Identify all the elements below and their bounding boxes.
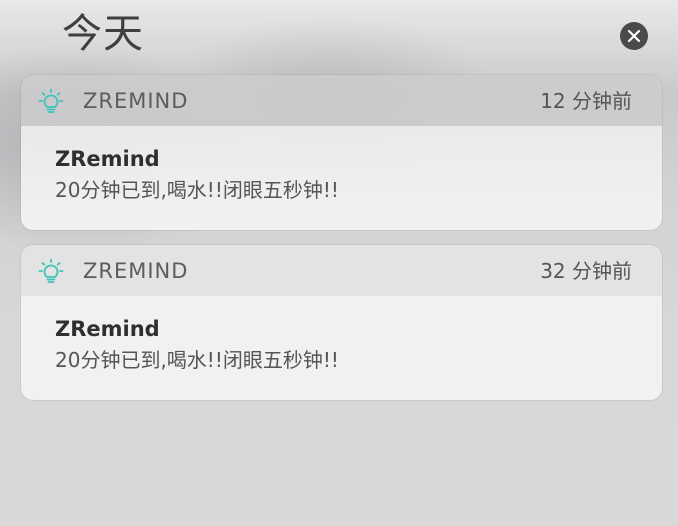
notification-title: ZRemind bbox=[55, 317, 160, 341]
notification-header: ZREMIND 32 分钟前 bbox=[21, 245, 662, 296]
notification-time: 32 分钟前 bbox=[540, 259, 632, 283]
notification-header: ZREMIND 12 分钟前 bbox=[21, 75, 662, 126]
app-name: ZREMIND bbox=[83, 89, 189, 113]
page-title: 今天 bbox=[62, 11, 144, 57]
notification-time: 12 分钟前 bbox=[540, 89, 632, 113]
notification-card[interactable]: ZREMIND 12 分钟前 ZRemind 20分钟已到,喝水!!闭眼五秒钟!… bbox=[21, 75, 662, 230]
notification-body: ZRemind 20分钟已到,喝水!!闭眼五秒钟!! bbox=[21, 296, 662, 400]
lightbulb-icon bbox=[38, 258, 64, 283]
notification-message: 20分钟已到,喝水!!闭眼五秒钟!! bbox=[55, 348, 339, 372]
app-name: ZREMIND bbox=[83, 259, 189, 283]
lightbulb-icon bbox=[38, 88, 64, 113]
notification-message: 20分钟已到,喝水!!闭眼五秒钟!! bbox=[55, 178, 339, 202]
close-button[interactable] bbox=[620, 22, 648, 50]
notification-center-panel: 今天 ZREMIND 12 分钟前 ZRemind 20分钟已到,喝水!!闭眼五… bbox=[0, 0, 678, 526]
close-icon bbox=[627, 29, 641, 43]
notification-title: ZRemind bbox=[55, 147, 160, 171]
notification-card[interactable]: ZREMIND 32 分钟前 ZRemind 20分钟已到,喝水!!闭眼五秒钟!… bbox=[21, 245, 662, 400]
notification-body: ZRemind 20分钟已到,喝水!!闭眼五秒钟!! bbox=[21, 126, 662, 230]
